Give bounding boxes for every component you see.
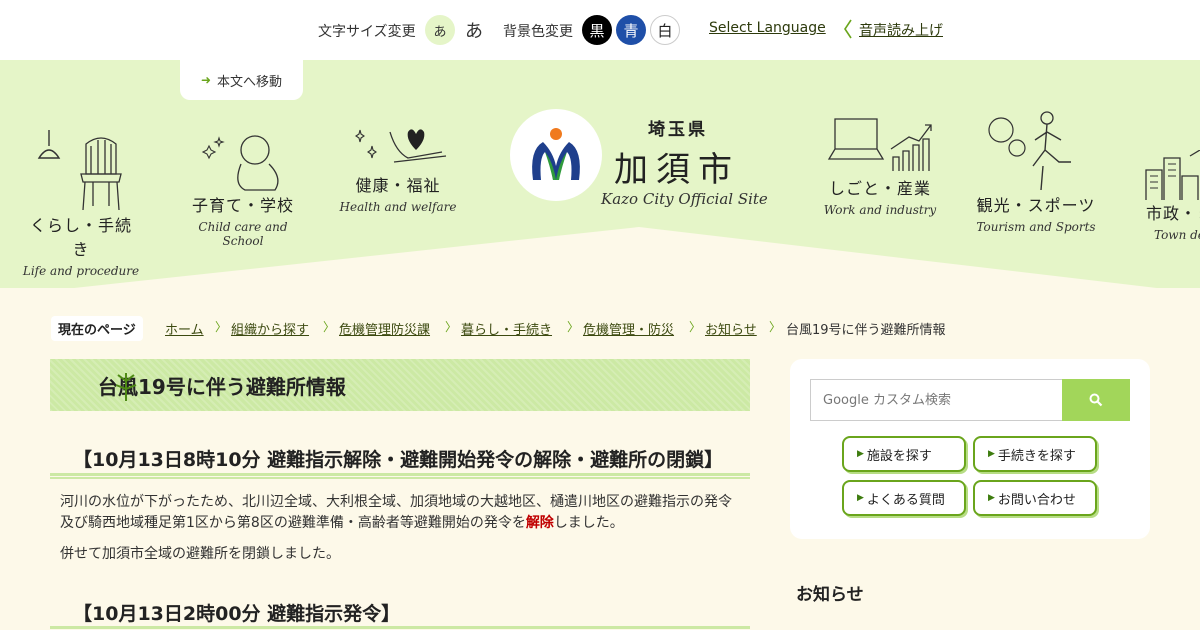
font-size-label: 文字サイズ変更 xyxy=(318,24,416,40)
paragraph-text: 河川の水位が下がったため、北川辺全域、大利根全域、加須地域の大越地区、樋遣川地区… xyxy=(60,494,732,531)
breadcrumb-link-division[interactable]: 危機管理防災課 xyxy=(339,319,430,338)
breadcrumb-link-disaster[interactable]: 危機管理・防災 xyxy=(583,319,674,338)
breadcrumb-link-life[interactable]: 暮らし・手続き xyxy=(461,319,552,338)
chevron-right-icon: 〉 xyxy=(215,320,228,334)
logo-prefecture: 埼玉県 xyxy=(648,120,708,140)
heart-hands-icon xyxy=(355,129,447,163)
nav-sublabel: Child care and School xyxy=(198,220,288,248)
site-header: ➜ 本文へ移動 くらし・手続き Life and procedure 子育て・学… xyxy=(0,60,1200,288)
nav-work-industry[interactable]: しごと・産業 Work and industry xyxy=(822,115,938,217)
find-procedure-button[interactable]: ▶ 手続きを探す xyxy=(973,436,1097,472)
sprout-icon xyxy=(115,373,137,401)
faq-button[interactable]: ▶ よくある質問 xyxy=(842,480,966,516)
breadcrumb-link-news[interactable]: お知らせ xyxy=(705,319,757,338)
bg-white-button[interactable]: 白 xyxy=(650,15,680,45)
section-paragraph: 併せて加須市全域の避難所を閉鎖しました。 xyxy=(60,546,340,562)
read-aloud-link[interactable]: 音声読み上げ xyxy=(859,20,943,40)
arrow-right-icon: ➜ xyxy=(200,73,212,87)
breadcrumb-link-org[interactable]: 組織から探す xyxy=(231,319,309,338)
city-emblem-icon xyxy=(532,128,580,180)
nav-life-procedure[interactable]: くらし・手続き Life and procedure xyxy=(22,128,140,278)
nav-sublabel: Town development xyxy=(1154,228,1200,242)
section-underline xyxy=(50,626,750,630)
chevron-right-icon: 〉 xyxy=(567,320,580,334)
section-heading: 【10月13日8時10分 避難指示解除・避難開始発令の解除・避難所の閉鎖】 xyxy=(73,449,724,471)
city-logo-mark[interactable] xyxy=(510,109,602,201)
speaker-icon xyxy=(842,18,856,44)
laptop-graph-icon xyxy=(827,118,932,171)
triangle-right-icon: ▶ xyxy=(857,493,864,503)
nav-health-welfare[interactable]: 健康・福祉 Health and welfare xyxy=(338,122,458,214)
triangle-right-icon: ▶ xyxy=(988,449,995,459)
nav-tourism-sports[interactable]: 観光・スポーツ Tourism and Sports xyxy=(976,110,1096,234)
nav-label: 市政・まちづくり xyxy=(1146,204,1200,223)
skip-link-label: 本文へ移動 xyxy=(217,74,283,90)
nav-sublabel: Work and industry xyxy=(823,203,937,217)
find-facility-button[interactable]: ▶ 施設を探す xyxy=(842,436,966,472)
utility-bar: 文字サイズ変更 あ あ 背景色変更 黒 青 白 Select Language … xyxy=(0,0,1200,60)
search-input[interactable] xyxy=(810,379,1063,421)
font-size-small-button[interactable]: あ xyxy=(425,15,455,45)
bg-black-button[interactable]: 黒 xyxy=(582,15,612,45)
chair-lamp-icon xyxy=(37,130,122,211)
button-label: お問い合わせ xyxy=(997,492,1076,508)
chevron-right-icon: 〉 xyxy=(323,320,336,334)
chevron-right-icon: 〉 xyxy=(689,320,702,334)
nav-sublabel: Health and welfare xyxy=(339,200,457,214)
search-button[interactable] xyxy=(1062,379,1130,421)
button-label: 手続きを探す xyxy=(997,448,1076,464)
font-size-large-button[interactable]: あ xyxy=(459,15,489,45)
nav-label: 健康・福祉 xyxy=(355,176,441,195)
nav-childcare-school[interactable]: 子育て・学校 Child care and School xyxy=(180,132,306,248)
nav-label: 観光・スポーツ xyxy=(976,196,1096,215)
runner-icon xyxy=(988,111,1071,191)
nav-town-development[interactable]: 市政・まちづくり Town development xyxy=(1140,150,1200,242)
bg-blue-button[interactable]: 青 xyxy=(616,15,646,45)
search-icon xyxy=(1089,393,1103,407)
contact-button[interactable]: ▶ お問い合わせ xyxy=(973,480,1097,516)
news-heading: お知らせ xyxy=(796,585,864,605)
nav-label: くらし・手続き xyxy=(29,216,132,259)
chevron-right-icon: 〉 xyxy=(445,320,458,334)
chevron-right-icon: 〉 xyxy=(769,320,782,334)
emphasis-text: 解除 xyxy=(525,515,554,531)
nav-sublabel: Life and procedure xyxy=(22,264,140,278)
skip-to-content-link[interactable]: ➜ 本文へ移動 xyxy=(180,60,303,100)
breadcrumb-current: 台風19号に伴う避難所情報 xyxy=(786,323,946,338)
news-item-partial[interactable]: … xyxy=(818,622,831,630)
select-language-link[interactable]: Select Language xyxy=(709,20,826,36)
button-label: よくある質問 xyxy=(866,492,945,508)
section-paragraph: 河川の水位が下がったため、北川辺全域、大利根全域、加須地域の大越地区、樋遣川地区… xyxy=(60,492,740,534)
logo-city-name: 加須市 xyxy=(614,150,740,190)
breadcrumb-link-home[interactable]: ホーム xyxy=(165,319,204,338)
nav-sublabel: Tourism and Sports xyxy=(976,220,1096,234)
paragraph-text: しました。 xyxy=(553,515,624,531)
page-title-bar: 台風19号に伴う避難所情報 xyxy=(50,359,750,411)
bg-color-label: 背景色変更 xyxy=(503,24,573,40)
triangle-right-icon: ▶ xyxy=(857,449,864,459)
nav-label: しごと・産業 xyxy=(828,179,931,198)
baby-icon xyxy=(201,135,279,191)
section-heading: 【10月13日2時00分 避難指示発令】 xyxy=(73,603,401,625)
buildings-icon xyxy=(1145,150,1200,200)
section-underline xyxy=(50,473,750,479)
triangle-right-icon: ▶ xyxy=(988,493,995,503)
button-label: 施設を探す xyxy=(866,448,932,464)
nav-label: 子育て・学校 xyxy=(191,196,294,215)
breadcrumb-here-label: 現在のページ xyxy=(51,316,143,341)
logo-tagline: Kazo City Official Site xyxy=(601,190,768,208)
